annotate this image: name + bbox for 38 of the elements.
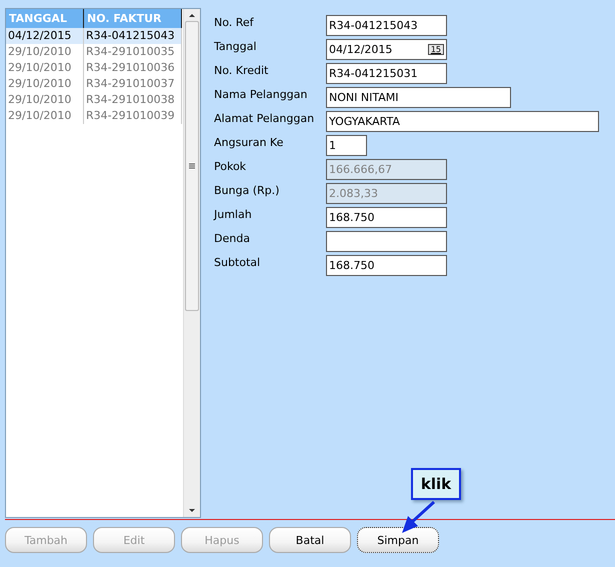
field-label: Tanggal [214, 39, 258, 53]
table-cell[interactable]: 29/10/2010 [6, 60, 84, 76]
field-label: No. Ref [214, 15, 255, 29]
table-cell[interactable]: R34-291010035 [84, 44, 182, 60]
input-field[interactable] [326, 231, 447, 252]
input-field[interactable]: 1 [326, 135, 367, 156]
input-field[interactable]: NONI NITAMI [326, 87, 511, 108]
field-label: Subtotal [214, 255, 262, 269]
input-field[interactable]: 168.750 [326, 207, 447, 228]
calendar-button[interactable]: 15 [428, 44, 444, 55]
input-field[interactable]: YOGYAKARTA [326, 111, 599, 132]
table-cell[interactable]: R34-291010036 [84, 60, 182, 76]
table-cell[interactable]: 29/10/2010 [6, 92, 84, 108]
field-label: Pokok [214, 159, 248, 173]
table-cell[interactable]: 04/12/2015 [6, 28, 84, 44]
table-cell[interactable]: R34-291010039 [84, 108, 182, 124]
date-field[interactable]: 04/12/2015 15 [326, 39, 447, 60]
action-button[interactable]: Batal [269, 527, 351, 553]
callout-label: klik [411, 468, 461, 500]
table-cell[interactable]: 29/10/2010 [6, 44, 84, 60]
field-label: No. Kredit [214, 63, 270, 77]
field-label: Angsuran Ke [214, 135, 284, 149]
field-label: Denda [214, 231, 251, 245]
input-field[interactable]: R34-041215043 [326, 15, 447, 36]
field-label: Nama Pelanggan [214, 87, 308, 101]
input-field[interactable]: R34-041215031 [326, 63, 447, 84]
input-field[interactable]: 168.750 [326, 255, 447, 276]
scrollbar-thumb[interactable] [185, 21, 199, 311]
table-cell[interactable]: R34-041215043 [84, 28, 182, 44]
table-cell[interactable]: R34-291010038 [84, 92, 182, 108]
field-label: Alamat Pelanggan [214, 111, 316, 125]
table-cell[interactable]: R34-291010037 [84, 76, 182, 92]
grip-icon [189, 163, 195, 169]
table-cell[interactable]: 29/10/2010 [6, 108, 84, 124]
action-button[interactable]: Simpan [357, 527, 439, 553]
table-cell[interactable]: 29/10/2010 [6, 76, 84, 92]
field-label: Jumlah [214, 207, 253, 221]
field-label: Bunga (Rp.) [214, 183, 280, 197]
